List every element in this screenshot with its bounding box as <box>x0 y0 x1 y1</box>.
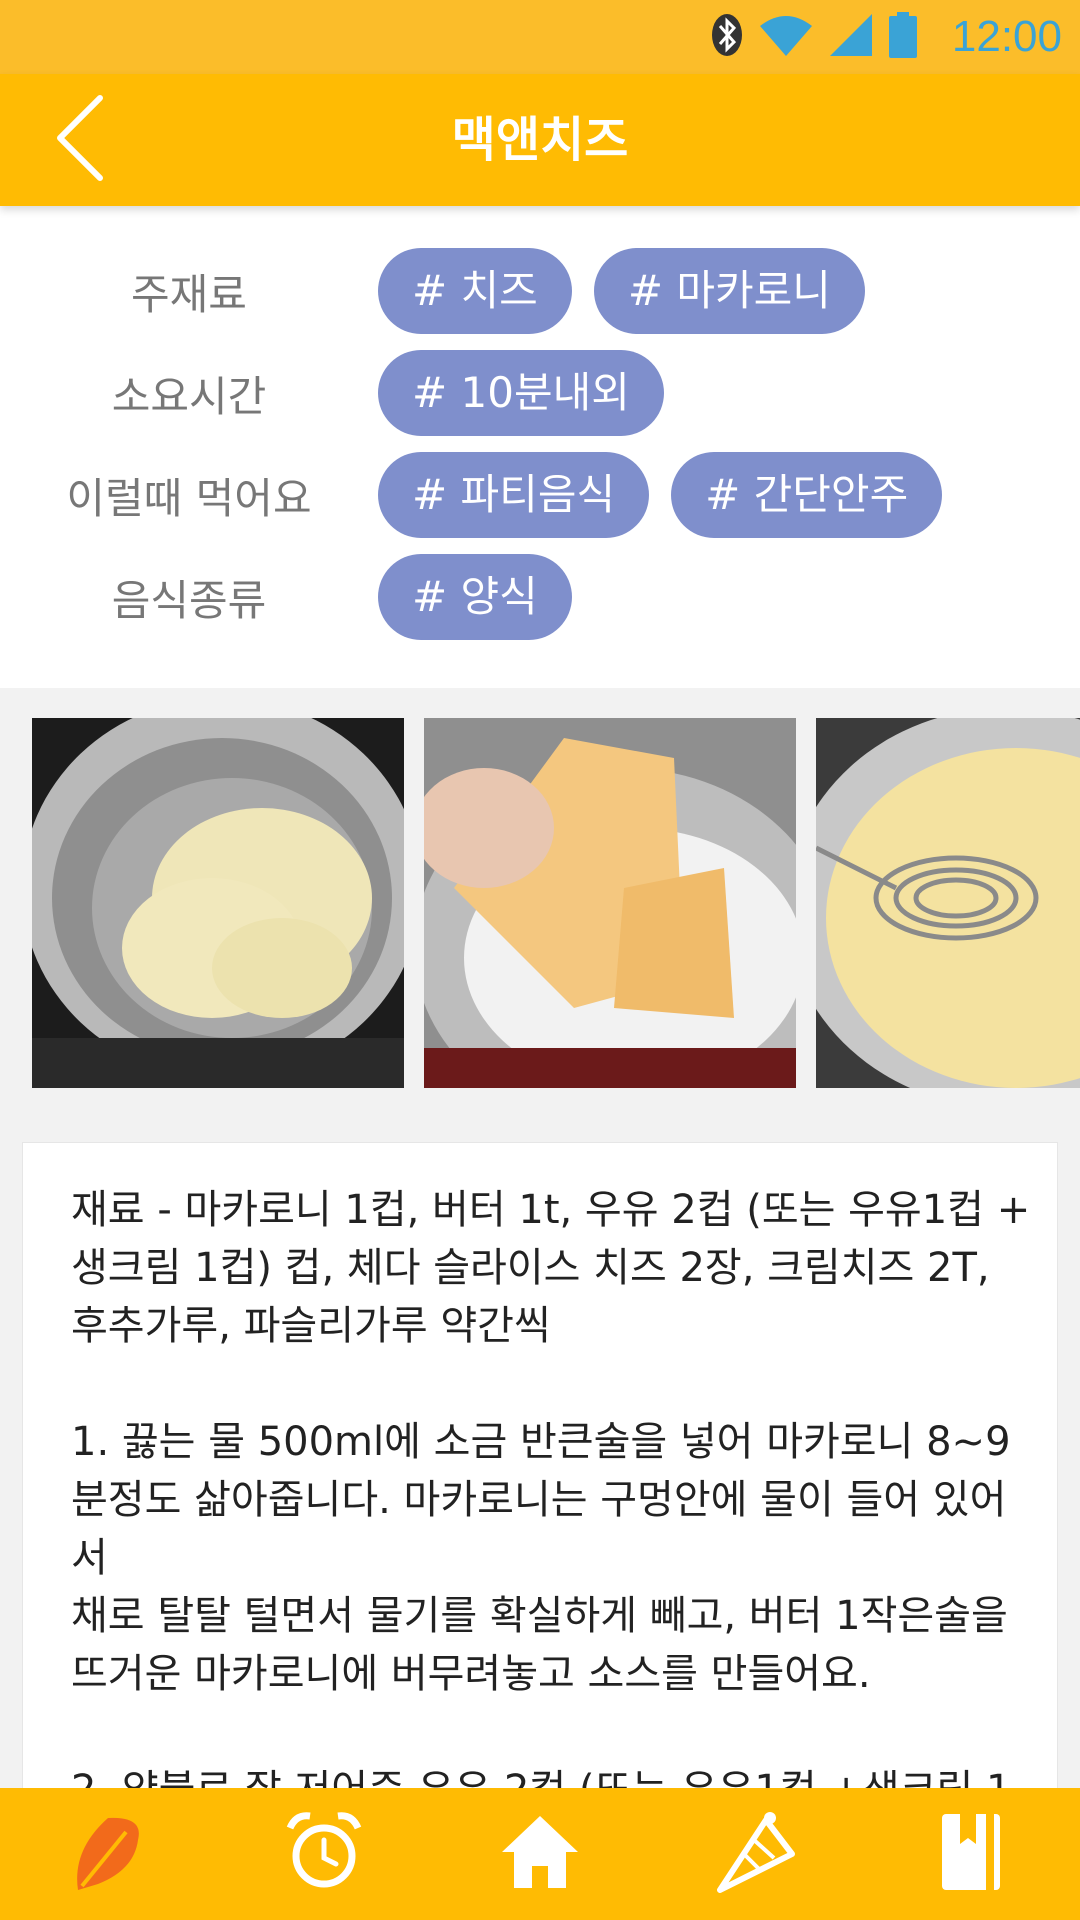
photo-strip[interactable] <box>0 688 1080 1118</box>
nav-ingredients[interactable] <box>0 1788 216 1920</box>
tag-chip[interactable]: # 양식 <box>378 554 572 640</box>
tag-chip[interactable]: # 마카로니 <box>593 248 865 334</box>
photo-whisking-sauce[interactable] <box>816 718 1080 1088</box>
page-title: 맥앤치즈 <box>451 112 629 168</box>
nav-timer[interactable] <box>216 1788 432 1920</box>
spinach-leaf-icon <box>68 1810 148 1898</box>
recipe-book-icon <box>936 1810 1008 1898</box>
bottom-nav <box>0 1788 1080 1920</box>
wifi-icon <box>758 12 814 62</box>
nav-party[interactable] <box>648 1788 864 1920</box>
photo-cheese-into-milk[interactable] <box>424 718 796 1088</box>
status-icons: 12:00 <box>710 10 1062 64</box>
tag-chip[interactable]: # 간단안주 <box>671 452 943 538</box>
tag-chip[interactable]: # 10분내외 <box>378 350 664 436</box>
tag-label: 주재료 <box>131 269 247 319</box>
tag-row-time: 소요시간 # 10분내외 <box>0 350 686 436</box>
signal-icon <box>828 12 874 62</box>
tags-section: 주재료 # 치즈 # 마카로니 소요시간 # 10분내외 이럴때 먹어요 # 파… <box>0 206 1080 688</box>
tag-row-main-ingredient: 주재료 # 치즈 # 마카로니 <box>0 248 887 334</box>
battery-icon <box>888 12 918 62</box>
photo-macaroni-in-strainer[interactable] <box>32 718 404 1088</box>
tag-row-occasion: 이럴때 먹어요 # 파티음식 # 간단안주 <box>0 452 964 538</box>
nav-recipe-book[interactable] <box>864 1788 1080 1920</box>
alarm-clock-icon <box>286 1810 362 1898</box>
status-time: 12:00 <box>951 12 1062 61</box>
tag-label: 음식종류 <box>111 575 267 625</box>
bluetooth-icon <box>710 12 744 62</box>
tag-chip[interactable]: # 치즈 <box>378 248 572 334</box>
party-hat-icon <box>714 1810 798 1898</box>
tag-row-food-type: 음식종류 # 양식 <box>0 554 594 640</box>
tag-label: 이럴때 먹어요 <box>66 473 312 523</box>
nav-home[interactable] <box>432 1788 648 1920</box>
tag-label: 소요시간 <box>111 371 267 421</box>
home-icon <box>498 1812 582 1896</box>
app-bar: 맥앤치즈 <box>0 74 1080 206</box>
tag-chip[interactable]: # 파티음식 <box>378 452 650 538</box>
status-bar: 12:00 <box>0 0 1080 74</box>
